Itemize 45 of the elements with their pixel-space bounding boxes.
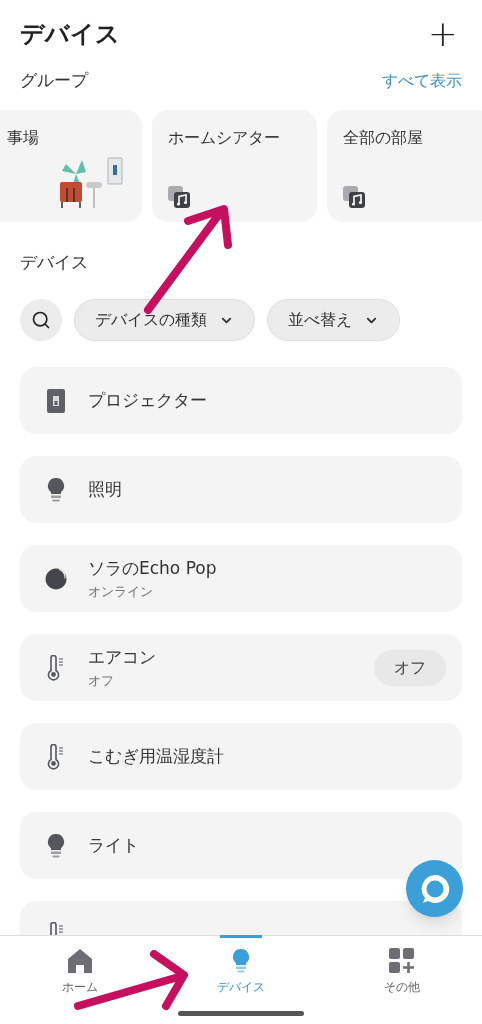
filter-dropdown[interactable]: 並べ替え	[267, 299, 400, 341]
group-card[interactable]: 全部の部屋	[327, 109, 482, 222]
device-row[interactable]: 照明	[20, 456, 462, 523]
bulb-icon	[46, 832, 66, 859]
device-row[interactable]: ソラのEcho Pop オンライン	[20, 545, 462, 612]
device-name: エアコン	[88, 646, 157, 669]
group-card[interactable]: 事場	[0, 109, 142, 222]
nav-tab[interactable]: デバイス	[191, 948, 291, 1024]
home-icon	[67, 948, 94, 974]
add-button[interactable]: +	[423, 16, 462, 52]
speaker-icon	[44, 566, 68, 591]
group-card[interactable]: ホームシアター	[152, 109, 317, 222]
search-button[interactable]	[20, 299, 62, 341]
apps-icon	[388, 948, 415, 974]
device-status: オンライン	[88, 582, 154, 601]
group-name: 事場	[7, 126, 40, 149]
see-all-link[interactable]: すべて表示	[382, 68, 462, 93]
bulb-icon	[231, 948, 251, 974]
section-title: グループ	[20, 69, 88, 92]
device-name: ソラのEcho Pop	[88, 557, 218, 580]
music-group-icon	[343, 185, 367, 210]
thermometer-icon	[46, 654, 66, 681]
device-name: ライト	[88, 833, 140, 857]
page-title: デバイス	[20, 19, 120, 50]
search-icon	[31, 310, 51, 330]
active-tab-indicator	[220, 935, 262, 938]
device-name: こむぎ用温湿度計	[88, 744, 225, 768]
device-name: プロジェクター	[88, 388, 208, 412]
section-title: デバイス	[20, 251, 88, 272]
device-row[interactable]: プロジェクター	[20, 367, 462, 434]
bulb-icon	[46, 476, 66, 503]
power-button[interactable]: オフ	[374, 649, 446, 686]
device-row[interactable]: こむぎ用温湿度計	[20, 723, 462, 790]
device-row[interactable]: エアコン オフ オフ	[20, 634, 462, 701]
switch-icon	[47, 388, 65, 413]
group-name: 全部の部屋	[343, 126, 424, 149]
device-name: 照明	[88, 477, 123, 501]
filter-dropdown[interactable]: デバイスの種類	[74, 299, 255, 341]
nav-tab[interactable]: ホーム	[30, 948, 131, 1024]
thermometer-icon	[46, 743, 66, 770]
group-name: ホームシアター	[168, 126, 281, 149]
music-group-icon	[168, 185, 192, 210]
nav-tab[interactable]: その他	[351, 948, 452, 1024]
device-status: オフ	[88, 671, 115, 690]
device-row[interactable]: ライト	[20, 812, 462, 879]
